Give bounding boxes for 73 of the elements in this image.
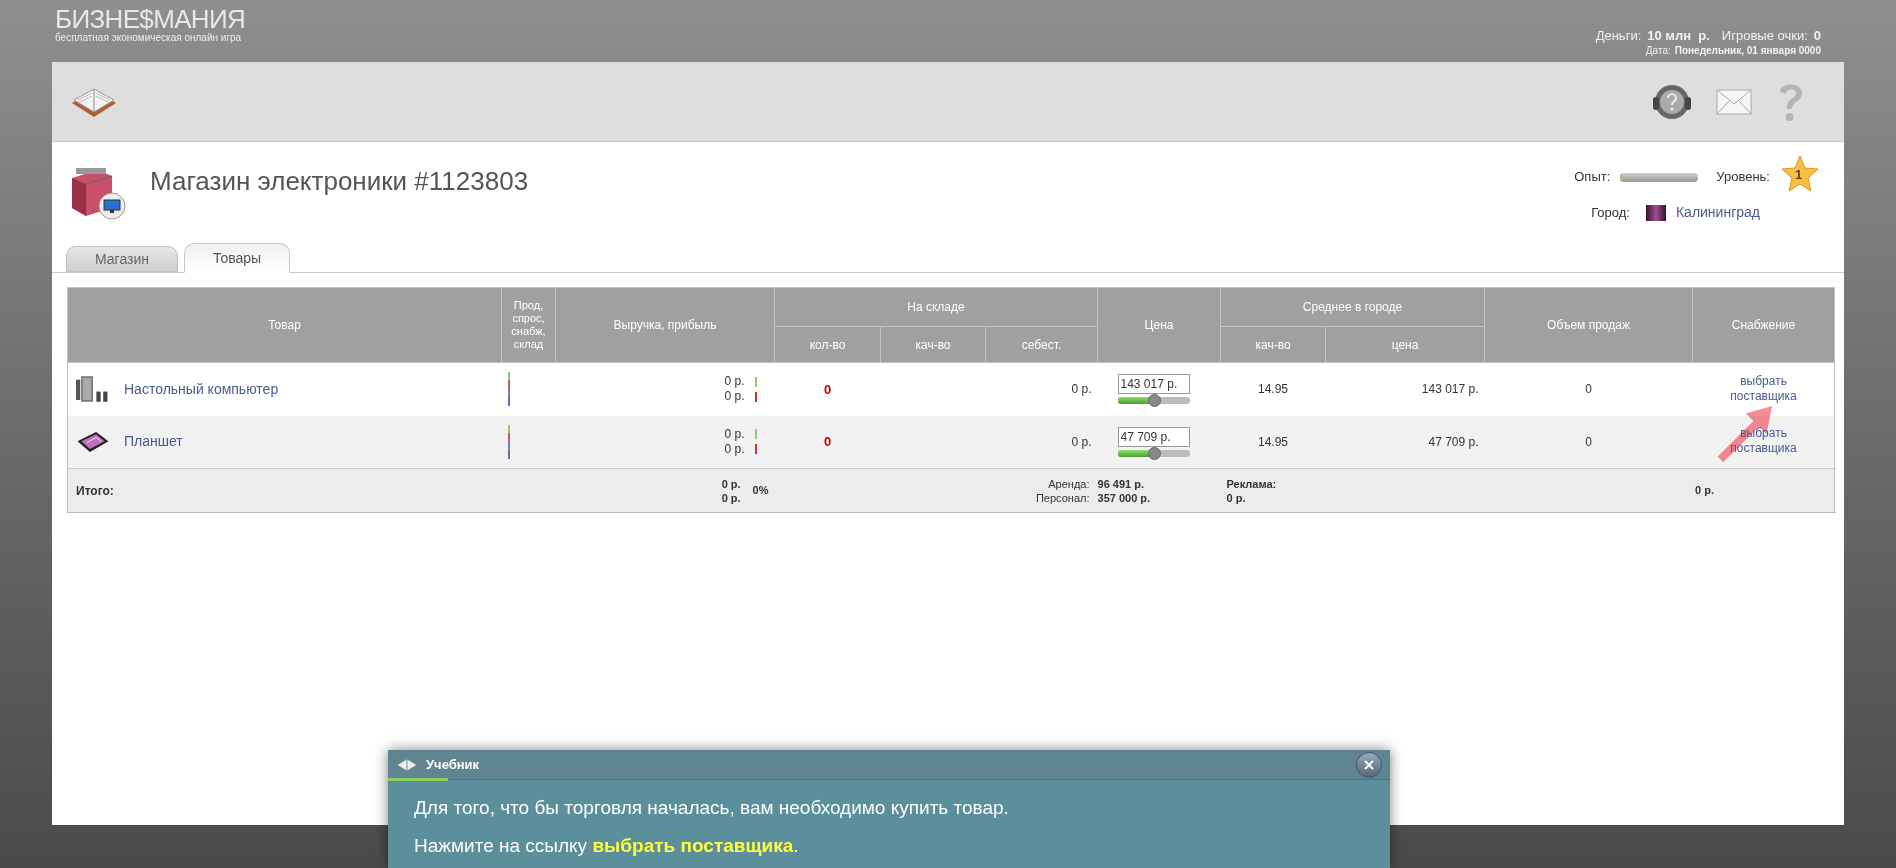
column-header: кол-во [774, 326, 881, 363]
column-header: себест. [985, 326, 1098, 363]
date-value: Понедельник, 01 января 0000 [1674, 44, 1821, 58]
column-group-header: На складе [774, 287, 1098, 327]
close-button[interactable] [1356, 751, 1382, 778]
points-value: 0 [1813, 28, 1821, 44]
dialog-title: Учебник [426, 755, 480, 774]
column-header: Товар [67, 287, 502, 363]
price-input[interactable]: 47 709 р. [1117, 426, 1190, 447]
sales-volume: 0 [1484, 415, 1693, 469]
column-header: кач-во [880, 326, 986, 363]
experience-label: Опыт: [1574, 168, 1611, 187]
trend-bar-icon [754, 444, 757, 455]
total-label: Итого: [76, 483, 114, 498]
trend-bar-icon [754, 391, 757, 402]
total-profit: 0 р. [721, 490, 741, 505]
tab[interactable]: Магазин [66, 246, 178, 272]
revenue-value: 0 р. [724, 374, 745, 390]
cost-value: 0 р. [985, 415, 1098, 469]
choose-supplier-link[interactable]: выбрать поставщика [1715, 373, 1812, 404]
price-slider[interactable] [1117, 397, 1190, 405]
average-price: 143 017 р. [1325, 362, 1485, 416]
sales-volume: 0 [1484, 362, 1693, 416]
total-supply: 0 р. [1695, 483, 1715, 499]
total-percent: 0% [752, 483, 769, 499]
average-quality: 14.95 [1220, 362, 1326, 416]
average-quality: 14.95 [1220, 415, 1326, 469]
column-header: Цена [1097, 287, 1221, 363]
tab[interactable]: Товары [184, 243, 291, 273]
column-header: Объем продаж [1484, 287, 1693, 363]
date-label: Дата: [1645, 44, 1671, 58]
ads-label: Реклама: [1226, 476, 1278, 491]
average-price: 47 709 р. [1325, 415, 1485, 469]
column-group-header: Среднее в городе [1220, 287, 1485, 327]
column-header: цена [1325, 326, 1485, 363]
city-label: Город: [1591, 203, 1630, 222]
column-header: Снабжение [1692, 287, 1835, 363]
tutorial-text: Для того, что бы торговля началась, вам необходимо купить товар. [414, 796, 1010, 820]
star-icon [1780, 154, 1820, 194]
product-link[interactable]: Планшет [124, 431, 183, 453]
rent-label: Аренда: [1047, 476, 1090, 491]
mini-indicator-icon [507, 372, 511, 407]
money-label: Деньги: [1595, 28, 1642, 44]
trend-bar-icon [754, 429, 757, 440]
close-icon [1364, 759, 1374, 770]
city-flag-icon [1645, 204, 1666, 221]
stock-quantity: 0 [774, 362, 881, 416]
level-value: 1 [1795, 166, 1803, 184]
product-link[interactable]: Настольный компьютер [124, 378, 279, 400]
staff-label: Персонал: [1034, 490, 1090, 505]
profit-value: 0 р. [724, 389, 745, 405]
tutorial-text: Нажмите на ссылку выбрать поставщика. [414, 834, 800, 858]
money-value: 10 млн р. [1647, 28, 1710, 44]
column-header: Прод, спрос, снабж, склад [501, 287, 556, 363]
points-label: Игровые очки: [1721, 28, 1808, 44]
city-link[interactable]: Калининград [1675, 202, 1760, 223]
cost-value: 0 р. [985, 362, 1098, 416]
ads-value: 0 р. [1226, 490, 1247, 505]
level-label: Уровень: [1716, 168, 1770, 187]
stock-quantity: 0 [774, 415, 881, 469]
staff-value: 357 000 р. [1097, 490, 1152, 505]
revenue-value: 0 р. [724, 426, 745, 442]
profit-value: 0 р. [724, 441, 745, 457]
total-revenue: 0 р. [721, 476, 741, 491]
mini-indicator-icon [507, 424, 511, 459]
site-tagline: бесплатная экономическая онлайн игра [55, 32, 243, 44]
rent-value: 96 491 р. [1097, 476, 1145, 491]
store-title: Магазин электроники #1123803 [150, 165, 529, 198]
trend-bar-icon [754, 376, 757, 387]
column-header: Выручка, прибыль [555, 287, 775, 363]
price-slider[interactable] [1117, 449, 1190, 457]
price-input[interactable]: 143 017 р. [1117, 374, 1190, 395]
column-header: кач-во [1220, 326, 1326, 363]
